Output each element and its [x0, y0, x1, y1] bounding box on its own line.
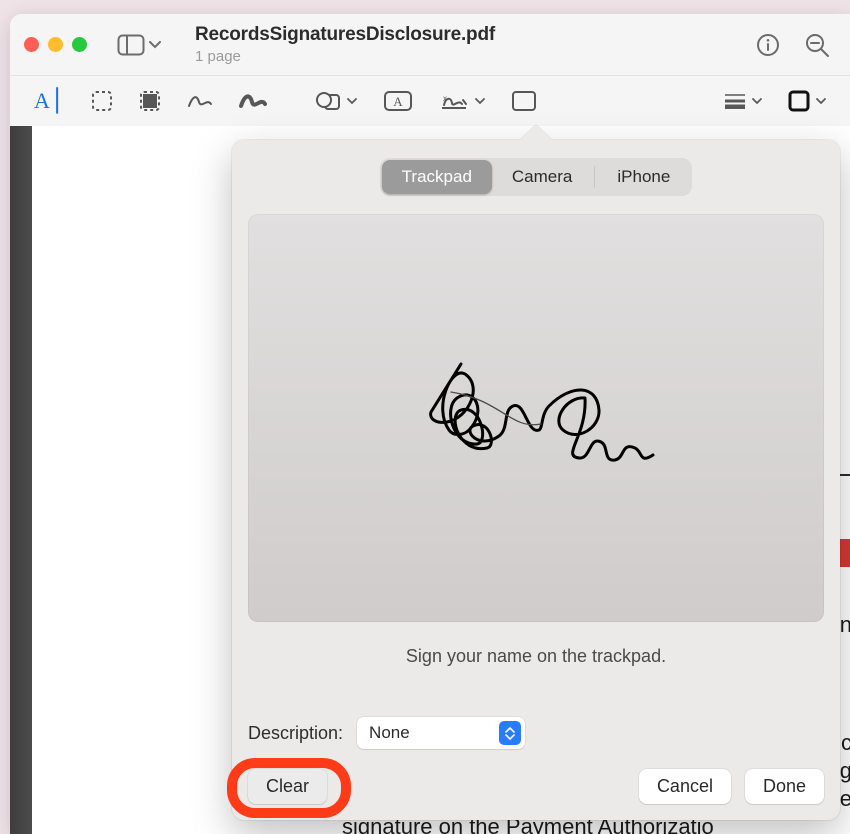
description-label: Description:	[248, 723, 343, 744]
note-tool[interactable]	[507, 86, 541, 116]
title-group: RecordsSignaturesDisclosure.pdf 1 page	[195, 24, 750, 65]
tab-camera[interactable]: Camera	[492, 160, 592, 194]
partial-text: c	[841, 730, 850, 756]
cancel-button[interactable]: Cancel	[639, 769, 731, 804]
chevron-down-icon	[816, 98, 826, 105]
titlebar: RecordsSignaturesDisclosure.pdf 1 page	[10, 14, 850, 76]
tab-trackpad[interactable]: Trackpad	[382, 160, 492, 194]
text-box-icon: A	[383, 90, 413, 112]
document-title: RecordsSignaturesDisclosure.pdf	[195, 24, 750, 46]
sidebar-icon	[117, 34, 145, 56]
text-selection-glyph: A	[34, 88, 50, 114]
zoom-out-icon	[804, 32, 830, 58]
clear-button[interactable]: Clear	[248, 769, 327, 804]
text-selection-tool[interactable]: A⎪	[30, 84, 69, 118]
shapes-icon	[315, 90, 341, 112]
done-button[interactable]: Done	[745, 769, 824, 804]
markup-toolbar: A⎪	[10, 76, 850, 126]
signature-hint: Sign your name on the trackpad.	[248, 646, 824, 667]
text-box-tool[interactable]: A	[379, 86, 417, 116]
description-row: Description: None	[248, 717, 824, 749]
sign-tool[interactable]: x	[435, 86, 489, 116]
select-stepper-icon	[499, 721, 521, 745]
chevron-down-icon	[752, 98, 762, 105]
partial-text: e	[840, 786, 850, 812]
tab-iphone[interactable]: iPhone	[597, 160, 690, 194]
shapes-tool[interactable]	[311, 86, 361, 116]
partial-text: n	[840, 612, 850, 638]
border-color-icon	[788, 90, 810, 112]
line-style-tool[interactable]	[720, 89, 766, 113]
window-controls	[24, 37, 87, 52]
signature-popover: Trackpad Camera iPhone Sign your name on…	[232, 140, 840, 820]
popover-button-row: Clear Cancel Done	[248, 769, 824, 804]
signature-drawing	[391, 338, 681, 498]
line-weight-icon	[724, 93, 746, 109]
filled-dashed-rect-icon	[139, 90, 161, 112]
minimize-window-button[interactable]	[48, 37, 63, 52]
draw-tool[interactable]	[235, 88, 271, 114]
info-icon	[756, 33, 780, 57]
fullscreen-window-button[interactable]	[72, 37, 87, 52]
trackpad-signature-pad[interactable]	[248, 214, 824, 622]
svg-text:A: A	[394, 94, 404, 109]
info-button[interactable]	[756, 33, 780, 57]
partial-text: g	[840, 758, 850, 784]
signature-source-segmented: Trackpad Camera iPhone	[380, 158, 693, 196]
rectangle-icon	[511, 90, 537, 112]
zoom-out-button[interactable]	[804, 32, 830, 58]
svg-text:x: x	[443, 94, 447, 103]
dashed-rect-icon	[91, 90, 113, 112]
border-color-tool[interactable]	[784, 86, 830, 116]
sidebar-toggle-button[interactable]	[111, 30, 167, 60]
redact-tool[interactable]	[135, 86, 165, 116]
chevron-down-icon	[149, 41, 161, 49]
squiggle-thin-icon	[187, 92, 213, 110]
chevron-down-icon	[347, 98, 357, 105]
document-subtitle: 1 page	[195, 48, 750, 65]
rect-selection-tool[interactable]	[87, 86, 117, 116]
chevron-down-icon	[475, 98, 485, 105]
signature-icon: x	[439, 90, 469, 112]
close-window-button[interactable]	[24, 37, 39, 52]
left-gutter	[10, 126, 32, 834]
sketch-tool[interactable]	[183, 88, 217, 114]
description-select[interactable]: None	[357, 717, 525, 749]
description-value: None	[369, 723, 410, 743]
squiggle-thick-icon	[239, 92, 267, 110]
page-red-mark	[840, 539, 850, 567]
